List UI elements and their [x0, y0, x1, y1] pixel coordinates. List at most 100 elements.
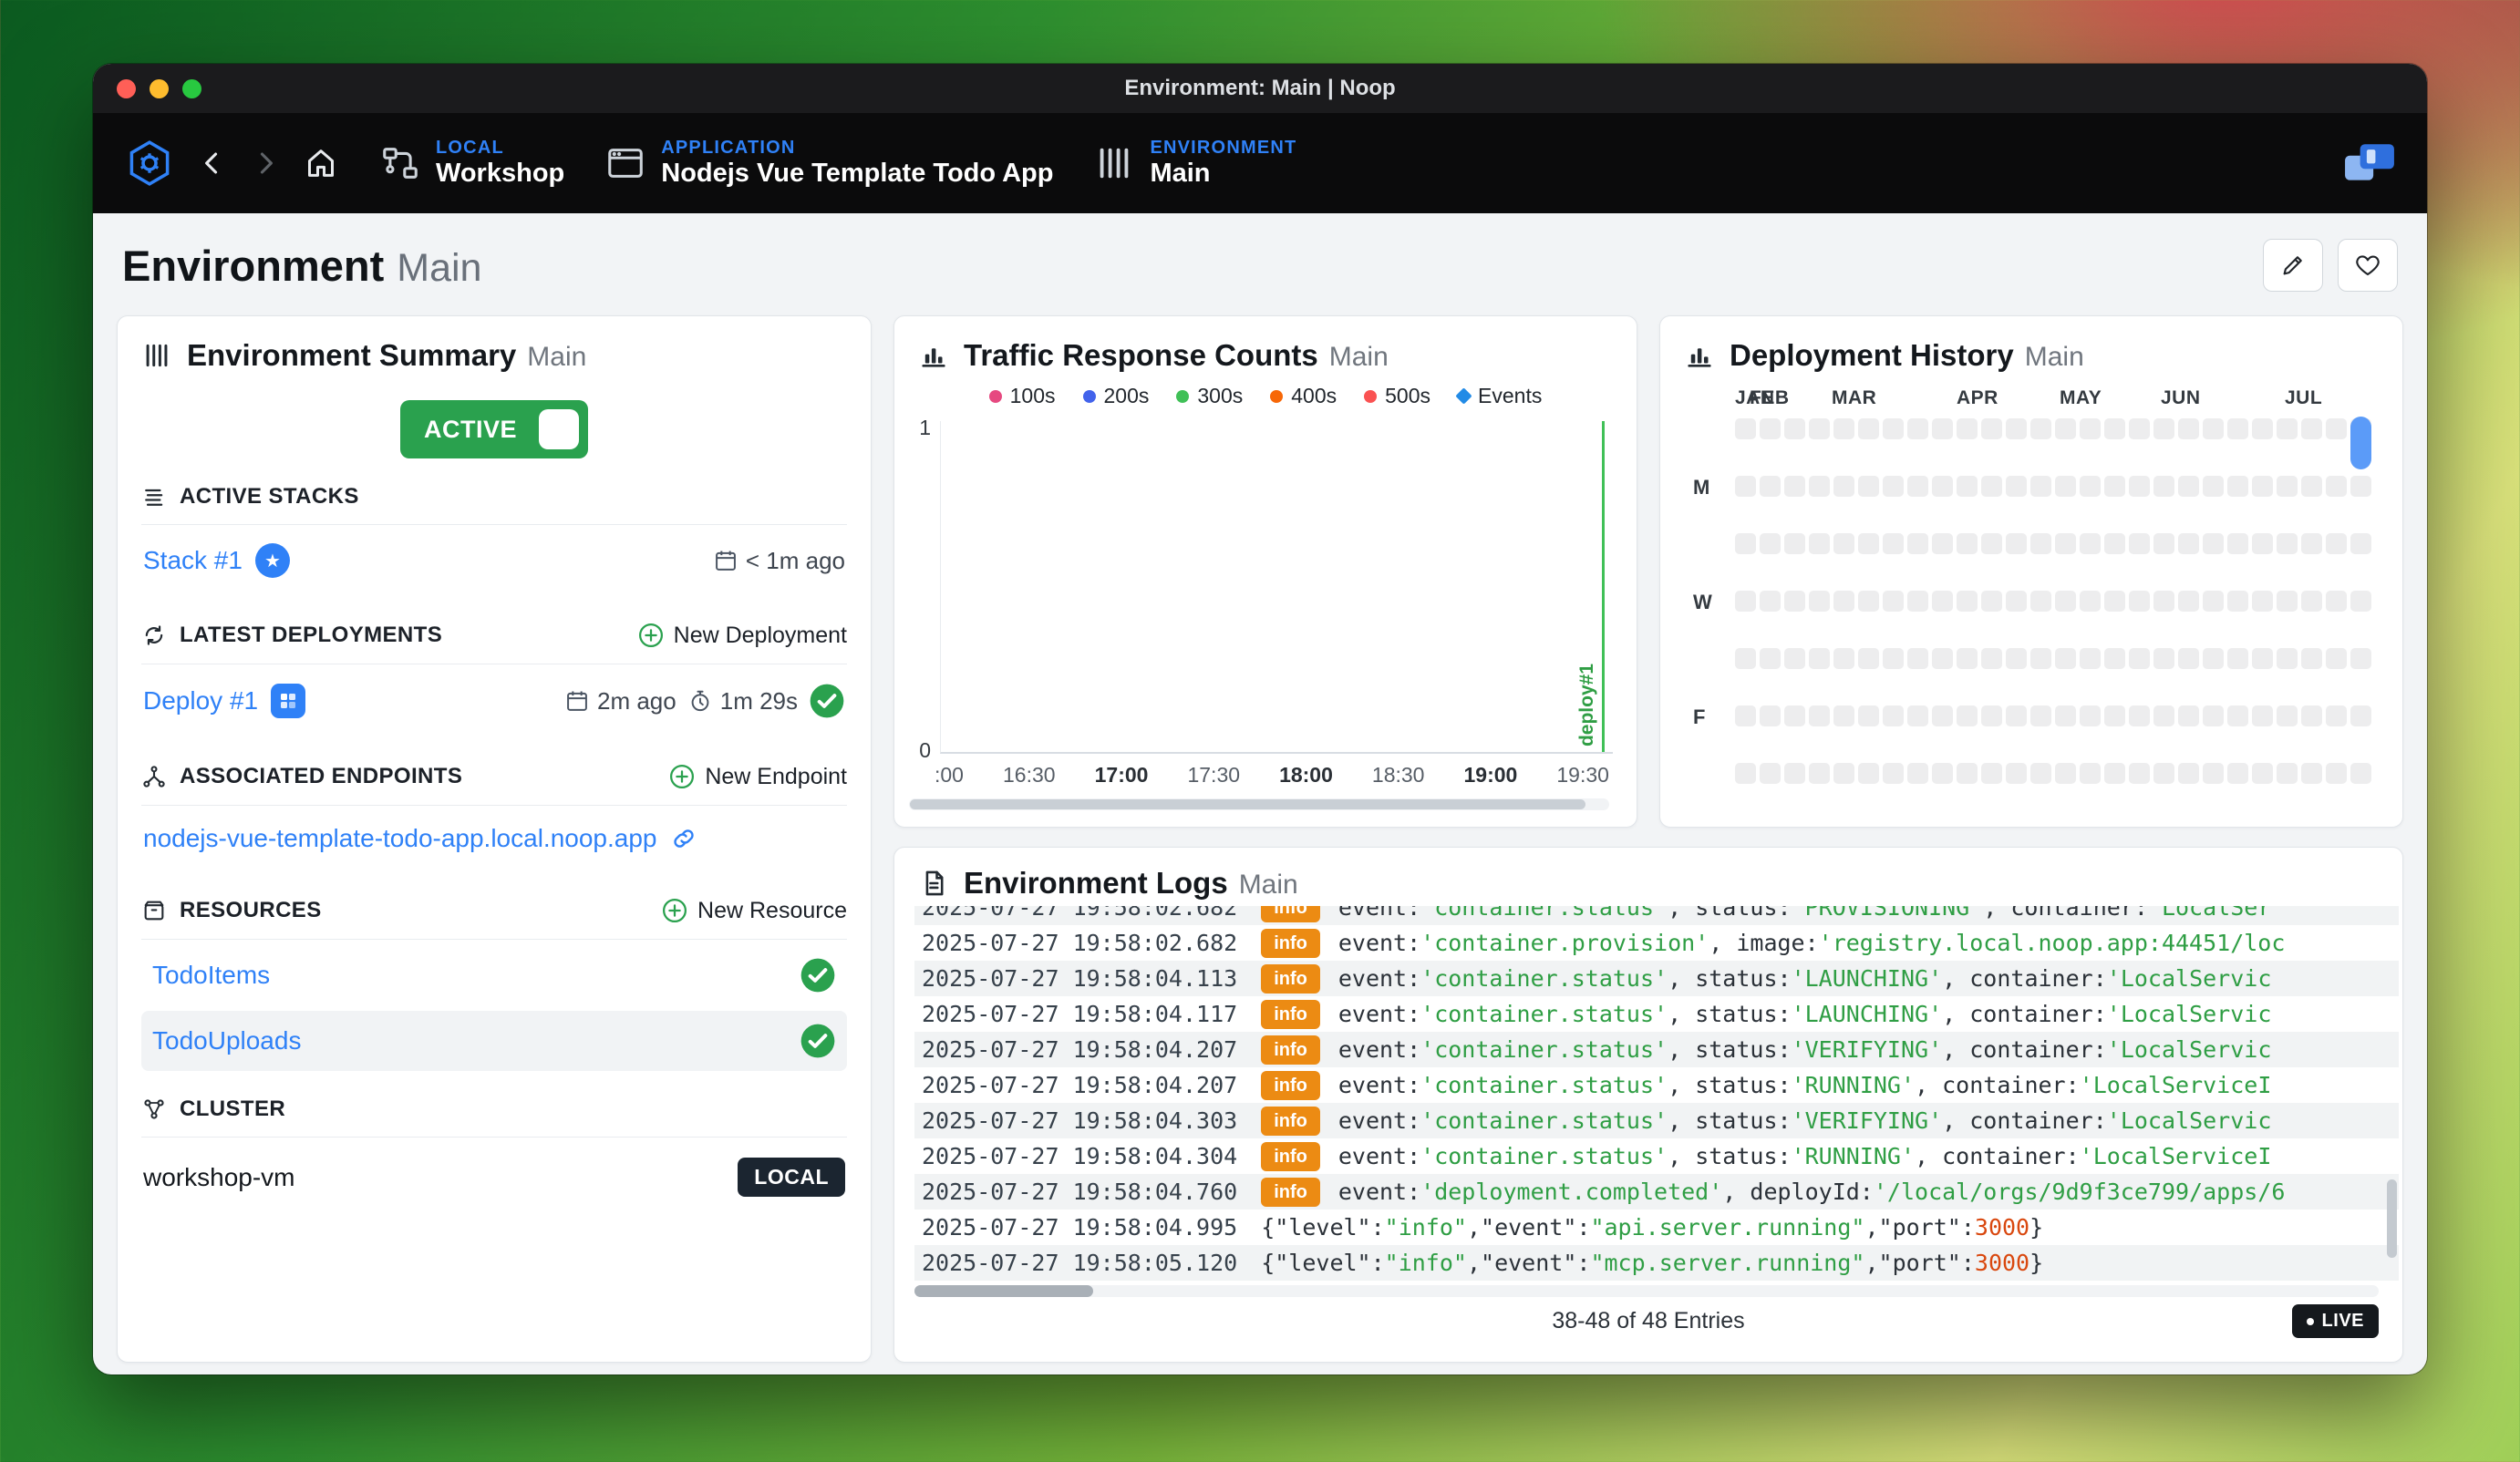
heatmap-cell[interactable] — [2030, 418, 2051, 439]
heatmap-cell[interactable] — [2203, 763, 2224, 784]
heatmap-cell[interactable] — [1760, 476, 1781, 497]
heatmap-cell[interactable] — [1735, 648, 1756, 669]
heatmap-cell[interactable] — [1809, 476, 1830, 497]
heatmap-cell[interactable] — [1760, 418, 1781, 439]
heatmap-cell[interactable] — [1784, 533, 1805, 554]
heatmap-cell[interactable] — [2252, 591, 2273, 612]
heatmap-cell[interactable] — [2301, 591, 2322, 612]
heatmap-cell[interactable] — [2030, 648, 2051, 669]
heatmap-cell[interactable] — [1858, 591, 1879, 612]
heatmap-cell[interactable] — [2129, 591, 2150, 612]
heatmap-cell[interactable] — [2178, 705, 2199, 726]
heatmap-cell[interactable] — [2252, 533, 2273, 554]
heatmap-cell[interactable] — [1883, 763, 1904, 784]
heatmap-cell[interactable] — [2326, 591, 2347, 612]
heatmap-cell[interactable] — [2006, 476, 2027, 497]
heatmap-cell[interactable] — [1981, 533, 2002, 554]
legend-400s[interactable]: 400s — [1270, 384, 1337, 408]
heatmap-cell[interactable] — [1809, 763, 1830, 784]
heatmap-cell[interactable] — [2104, 705, 2125, 726]
heatmap-cell[interactable] — [2350, 705, 2371, 726]
stack-link[interactable]: Stack #1 — [143, 546, 243, 575]
heatmap-cell[interactable] — [1981, 648, 2002, 669]
resource-link-todouploads[interactable]: TodoUploads — [152, 1026, 301, 1055]
heatmap-cell[interactable] — [1907, 705, 1928, 726]
heatmap-cell[interactable] — [2080, 591, 2101, 612]
logs-vertical-scrollbar[interactable] — [2387, 1179, 2397, 1258]
heatmap-cell[interactable] — [2104, 533, 2125, 554]
heatmap-cell[interactable] — [1858, 648, 1879, 669]
heatmap-cell[interactable] — [1981, 591, 2002, 612]
heatmap-cell[interactable] — [1957, 648, 1978, 669]
heatmap-cell[interactable] — [2080, 476, 2101, 497]
workspace-switcher-button[interactable] — [2343, 140, 2396, 186]
heatmap-cell[interactable] — [1760, 533, 1781, 554]
heatmap-cell[interactable] — [1957, 476, 1978, 497]
heatmap-cell[interactable] — [1760, 591, 1781, 612]
heatmap-cell[interactable] — [1907, 763, 1928, 784]
heatmap-cell[interactable] — [2277, 476, 2298, 497]
heatmap-cell[interactable] — [1981, 705, 2002, 726]
heatmap-cell[interactable] — [1883, 476, 1904, 497]
heatmap-cell[interactable] — [2153, 591, 2174, 612]
heatmap-cell[interactable] — [2129, 763, 2150, 784]
heatmap-cell[interactable] — [2178, 591, 2199, 612]
heatmap-cell[interactable] — [2227, 648, 2248, 669]
deploy-link[interactable]: Deploy #1 — [143, 686, 258, 716]
heatmap-cell[interactable] — [2080, 705, 2101, 726]
heatmap-cell[interactable] — [2350, 533, 2371, 554]
heatmap-cell[interactable] — [2030, 705, 2051, 726]
breadcrumb-application[interactable]: APPLICATION Nodejs Vue Template Todo App — [604, 138, 1053, 189]
environment-active-toggle[interactable]: ACTIVE — [400, 400, 588, 458]
heatmap-cell[interactable] — [2006, 533, 2027, 554]
heatmap-cell[interactable] — [1833, 591, 1854, 612]
heatmap-cell[interactable] — [1760, 763, 1781, 784]
heatmap-cell[interactable] — [2277, 418, 2298, 439]
heatmap-cell[interactable] — [2301, 476, 2322, 497]
heatmap-cell[interactable] — [2178, 648, 2199, 669]
breadcrumb-environment[interactable]: ENVIRONMENT Main — [1093, 138, 1296, 189]
heatmap-cell[interactable] — [1735, 763, 1756, 784]
heatmap-cell[interactable] — [2326, 418, 2347, 439]
heatmap-cell[interactable] — [2080, 418, 2101, 439]
heatmap-cell[interactable] — [2178, 533, 2199, 554]
heatmap-cell[interactable] — [1809, 648, 1830, 669]
heatmap-cell[interactable] — [2350, 476, 2371, 497]
heatmap-cell[interactable] — [1760, 648, 1781, 669]
heatmap-cell[interactable] — [2301, 533, 2322, 554]
noop-logo[interactable] — [124, 138, 175, 189]
heatmap-cell[interactable] — [2203, 418, 2224, 439]
heatmap-cell[interactable] — [2080, 533, 2101, 554]
heatmap-cell[interactable] — [2326, 476, 2347, 497]
heatmap-cell[interactable] — [1784, 648, 1805, 669]
heatmap-cell[interactable] — [2227, 418, 2248, 439]
heatmap-cell[interactable] — [2055, 705, 2076, 726]
heatmap-cell[interactable] — [2129, 705, 2150, 726]
heatmap-cell[interactable] — [2104, 591, 2125, 612]
heatmap-cell[interactable] — [2055, 418, 2076, 439]
heatmap-cell[interactable] — [1833, 763, 1854, 784]
latest-deployment-marker[interactable] — [2350, 417, 2371, 469]
heatmap-cell[interactable] — [2006, 648, 2027, 669]
heatmap-cell[interactable] — [1957, 763, 1978, 784]
legend-200s[interactable]: 200s — [1083, 384, 1150, 408]
heatmap-cell[interactable] — [1858, 705, 1879, 726]
heatmap-cell[interactable] — [1883, 418, 1904, 439]
heatmap-cell[interactable] — [1932, 418, 1953, 439]
back-button[interactable] — [197, 148, 228, 179]
heatmap-cell[interactable] — [2277, 648, 2298, 669]
heatmap-cell[interactable] — [2227, 591, 2248, 612]
home-button[interactable] — [303, 145, 339, 181]
heatmap-cell[interactable] — [1784, 591, 1805, 612]
heatmap-cell[interactable] — [1883, 591, 1904, 612]
heatmap-cell[interactable] — [1833, 533, 1854, 554]
new-deployment-button[interactable]: New Deployment — [637, 622, 847, 649]
heatmap-cell[interactable] — [1957, 591, 1978, 612]
heatmap-cell[interactable] — [2030, 476, 2051, 497]
heatmap-cell[interactable] — [1957, 705, 1978, 726]
heatmap-cell[interactable] — [2277, 533, 2298, 554]
heatmap-cell[interactable] — [2277, 705, 2298, 726]
heatmap-cell[interactable] — [2129, 418, 2150, 439]
heatmap-cell[interactable] — [1981, 763, 2002, 784]
resource-link-todoitems[interactable]: TodoItems — [152, 961, 270, 990]
